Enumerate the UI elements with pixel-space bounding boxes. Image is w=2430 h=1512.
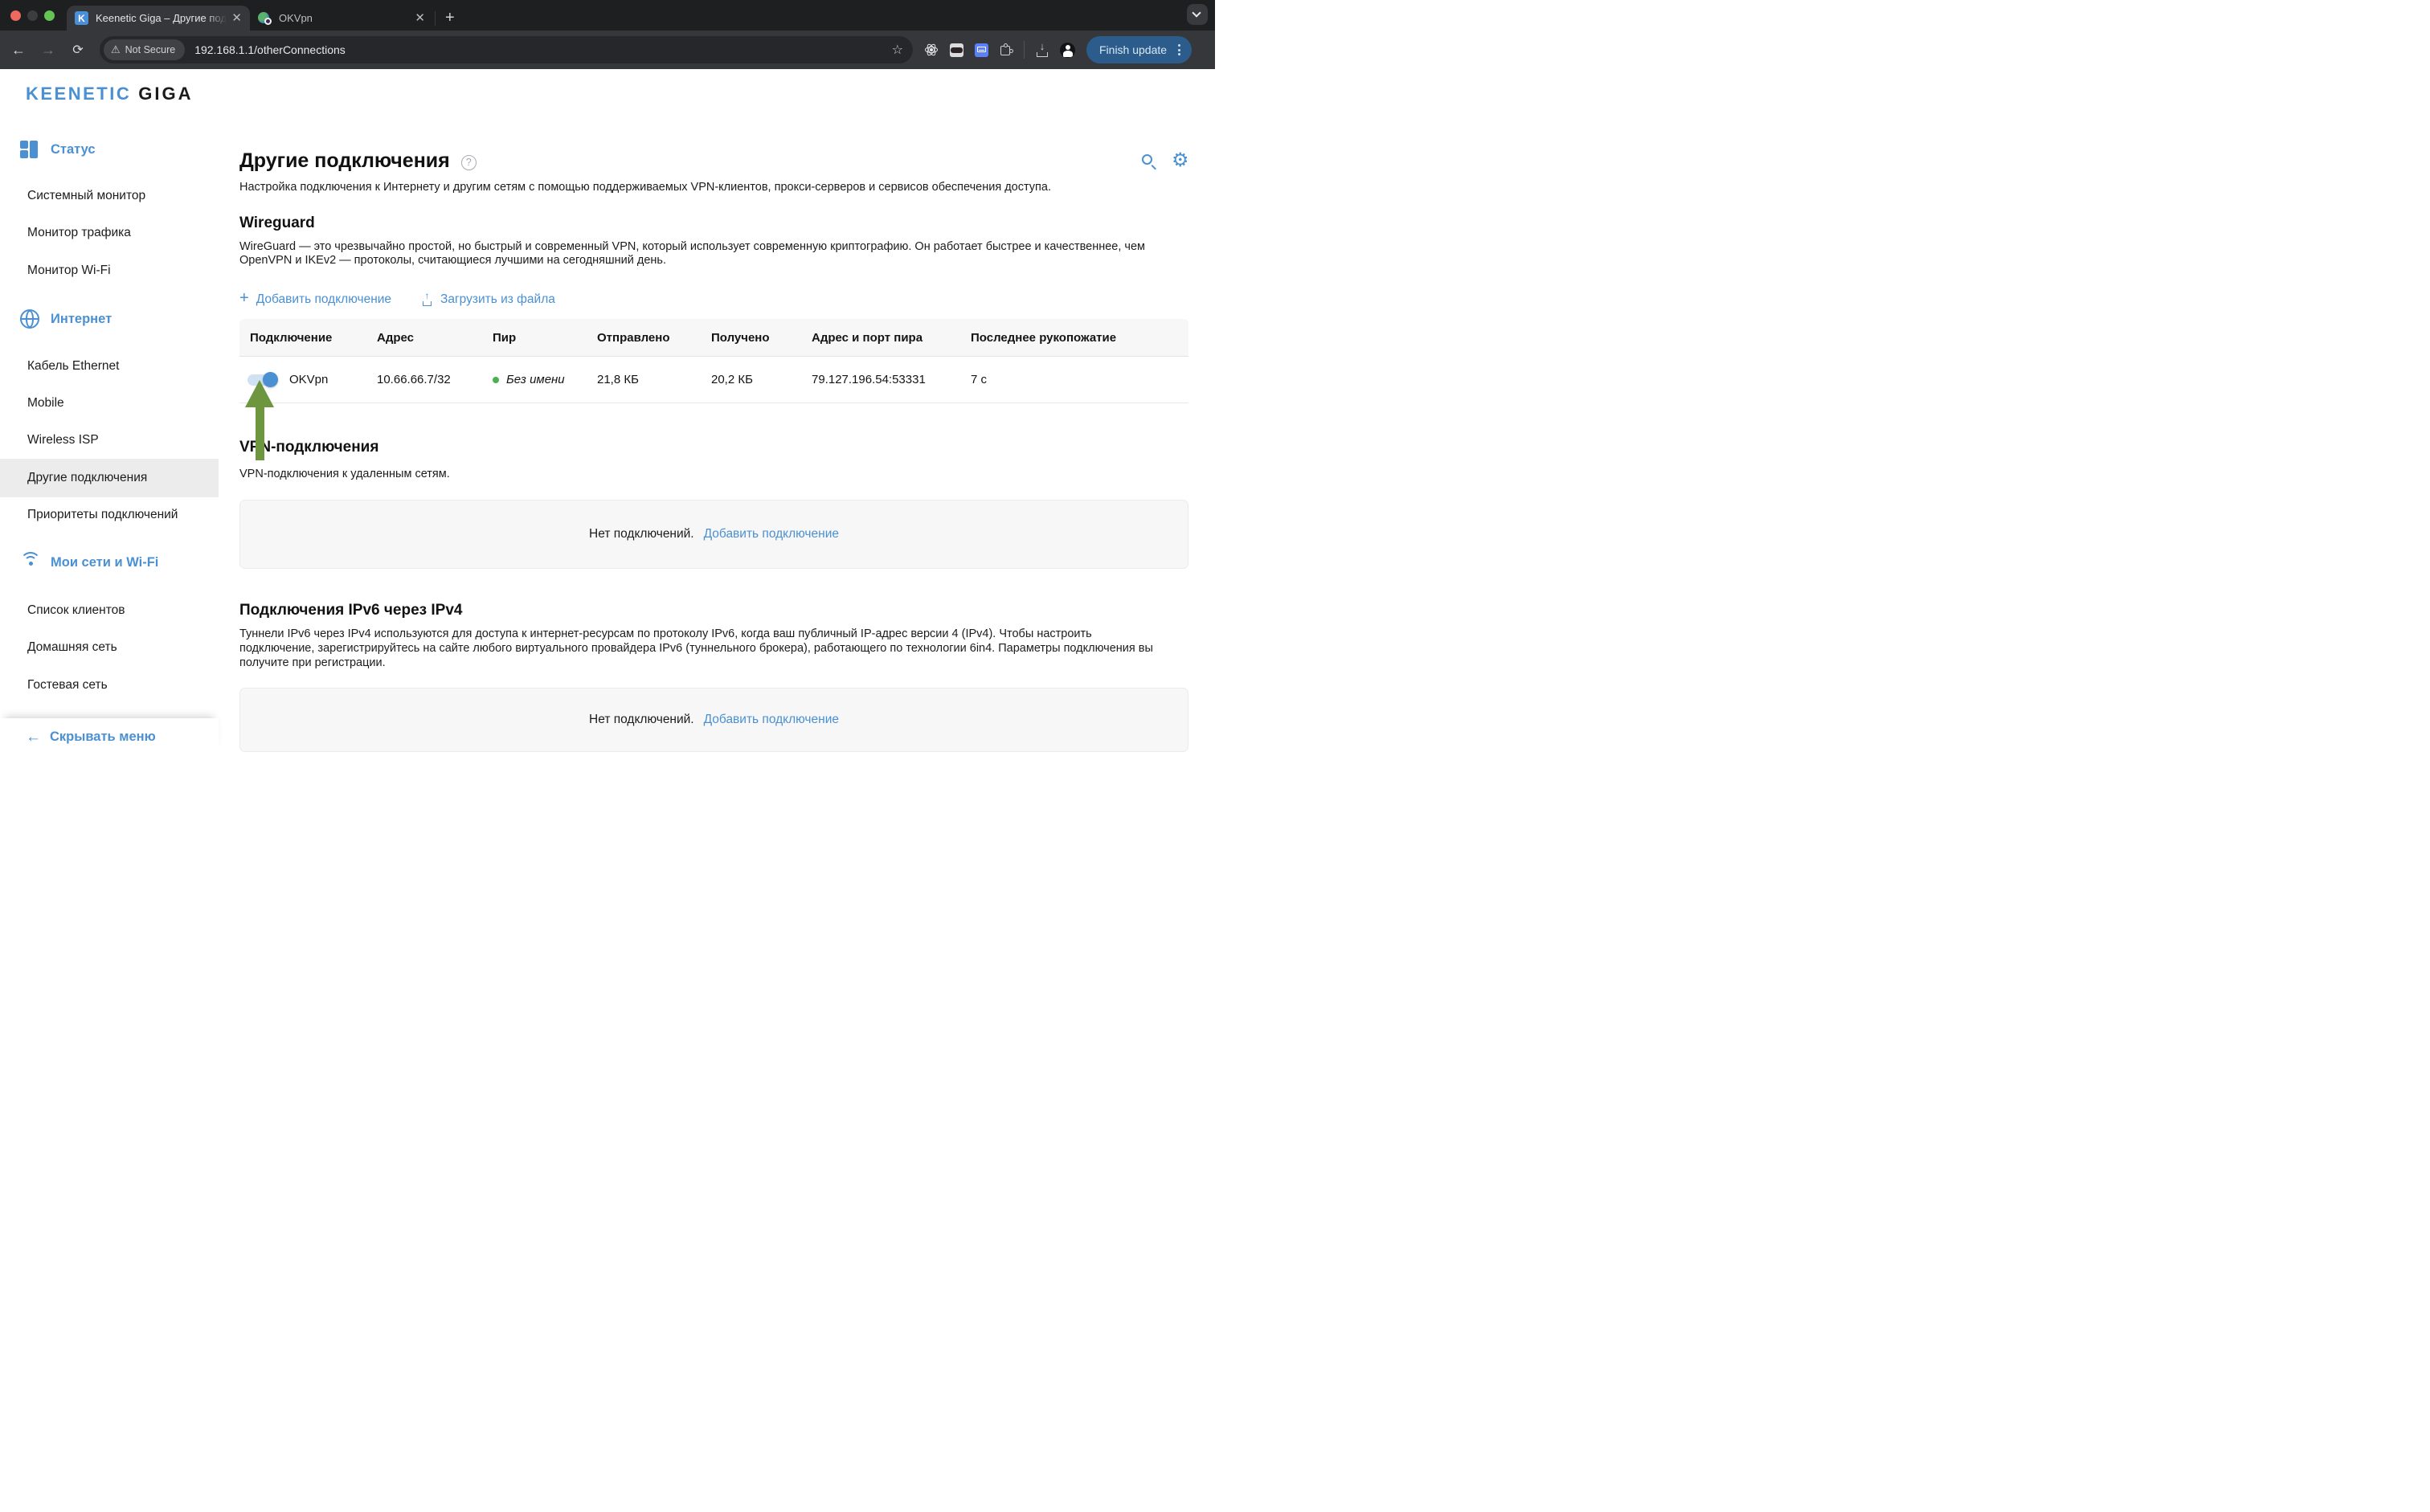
address-bar[interactable]: ⚠ Not Secure 192.168.1.1/otherConnection… — [100, 36, 913, 63]
section-label: Статус — [51, 142, 96, 157]
chevron-down-icon — [1192, 8, 1201, 17]
url-text[interactable]: 192.168.1.1/otherConnections — [194, 43, 891, 56]
security-chip-label: Not Secure — [125, 44, 176, 55]
sidebar-item-client-list[interactable]: Список клиентов — [0, 592, 219, 629]
tab-search-chevron-button[interactable] — [1187, 4, 1208, 25]
arrow-left-icon: ← — [26, 729, 41, 746]
close-tab-icon[interactable]: ✕ — [415, 12, 425, 24]
help-icon[interactable]: ? — [461, 155, 477, 170]
kebab-menu-icon[interactable] — [1175, 43, 1184, 57]
wireguard-table: Подключение Адрес Пир Отправлено Получен… — [239, 319, 1188, 404]
brand-secondary: GIGA — [138, 84, 193, 104]
back-button[interactable]: ← — [6, 42, 31, 59]
sidebar-section-my-networks[interactable]: Мои сети и Wi-Fi — [0, 544, 219, 581]
vpn-empty-state: Нет подключений. Добавить подключение — [239, 500, 1188, 569]
sidebar-item-mobile[interactable]: Mobile — [0, 385, 219, 422]
ipv6-add-connection-link[interactable]: Добавить подключение — [704, 713, 839, 727]
window-controls — [10, 10, 60, 21]
downloads-icon[interactable]: ↓ — [1035, 43, 1049, 57]
add-connection-link[interactable]: + Добавить подключение — [239, 291, 391, 308]
bookmark-star-icon[interactable]: ☆ — [892, 42, 903, 58]
section-label: Мои сети и Wi-Fi — [51, 555, 158, 570]
table-header: Подключение Адрес Пир Отправлено Получен… — [239, 319, 1188, 357]
wireguard-heading: Wireguard — [239, 215, 315, 232]
finish-update-button[interactable]: Finish update — [1086, 36, 1192, 63]
sidebar: Статус Системный монитор Монитор трафика… — [0, 117, 219, 756]
privacy-extension-icon[interactable] — [950, 43, 963, 57]
minimize-window-button[interactable] — [27, 10, 38, 21]
search-icon[interactable] — [1142, 154, 1158, 170]
last-handshake: 7 с — [971, 373, 1188, 386]
toolbar-divider — [1024, 41, 1025, 59]
gear-icon[interactable]: ⚙ — [1172, 149, 1189, 172]
wireguard-description: WireGuard — это чрезвычайно простой, но … — [239, 240, 1188, 268]
sidebar-item-system-monitor[interactable]: Системный монитор — [0, 178, 219, 215]
sidebar-item-traffic-monitor[interactable]: Монитор трафика — [0, 215, 219, 251]
section-label: Интернет — [51, 312, 112, 327]
sent-value: 21,8 КБ — [597, 373, 711, 386]
sidebar-item-wifi-monitor[interactable]: Монитор Wi-Fi — [0, 252, 219, 289]
empty-text: Нет подключений. — [589, 527, 694, 541]
vpn-add-connection-link[interactable]: Добавить подключение — [704, 527, 839, 541]
maximize-window-button[interactable] — [44, 10, 55, 21]
tab-keenetic[interactable]: K Keenetic Giga – Другие подкл ✕ — [67, 6, 250, 31]
tab-okvpn[interactable]: OKVpn ✕ — [250, 6, 433, 31]
sidebar-item-connection-priorities[interactable]: Приоритеты подключений — [0, 497, 219, 533]
connection-name[interactable]: OKVpn — [289, 373, 328, 386]
hide-menu-button[interactable]: ← Скрывать меню — [0, 718, 219, 756]
browser-toolbar: ← → ⟳ ⚠ Not Secure 192.168.1.1/otherConn… — [0, 31, 1215, 69]
extensions-row — [924, 43, 1012, 57]
plus-icon: + — [239, 289, 249, 308]
page-title: Другие подключения — [239, 149, 450, 173]
peer-name: Без имени — [506, 373, 565, 386]
reload-button[interactable]: ⟳ — [66, 42, 90, 58]
okvpn-favicon — [258, 11, 272, 25]
ipv6-heading: Подключения IPv6 через IPv4 — [239, 602, 462, 619]
globe-icon — [20, 309, 39, 329]
tab-separator — [435, 11, 436, 26]
sidebar-item-other-connections[interactable]: Другие подключения — [0, 459, 219, 497]
keenetic-logo: KEENETIC GIGA — [26, 84, 193, 104]
sidebar-item-guest-network[interactable]: Гостевая сеть — [0, 667, 219, 704]
sidebar-item-ethernet[interactable]: Кабель Ethernet — [0, 348, 219, 385]
upload-icon: ↑ — [421, 293, 433, 306]
router-admin-page: KEENETIC GIGA ⚙ Статус Системный монитор … — [0, 69, 1215, 756]
empty-text: Нет подключений. — [589, 713, 694, 727]
close-tab-icon[interactable]: ✕ — [231, 12, 242, 24]
profile-avatar[interactable] — [1060, 43, 1075, 58]
received-value: 20,2 КБ — [711, 373, 812, 386]
extensions-puzzle-icon[interactable] — [1000, 43, 1012, 56]
peer-status-icon — [493, 377, 499, 383]
ipv6-description: Туннели IPv6 через IPv4 используются для… — [239, 627, 1168, 670]
wifi-icon — [20, 550, 39, 570]
sidebar-section-status[interactable]: Статус — [0, 131, 219, 168]
sidebar-item-home-network[interactable]: Домашняя сеть — [0, 629, 219, 666]
connection-address: 10.66.66.7/32 — [377, 373, 493, 386]
security-chip[interactable]: ⚠ Not Secure — [104, 39, 185, 60]
peer-endpoint: 79.127.196.54:53331 — [812, 373, 971, 386]
react-devtools-icon[interactable] — [924, 43, 939, 57]
keenetic-favicon: K — [75, 11, 88, 25]
tab-title: Keenetic Giga – Другие подкл — [96, 12, 227, 24]
close-window-button[interactable] — [10, 10, 21, 21]
table-row: OKVpn 10.66.66.7/32 Без имени 21,8 КБ 20… — [239, 357, 1188, 403]
vpn-description: VPN-подключения к удаленным сетям. — [239, 468, 450, 480]
browser-tab-strip: K Keenetic Giga – Другие подкл ✕ OKVpn ✕… — [0, 0, 1215, 31]
keyboard-extension-icon[interactable] — [975, 43, 988, 57]
app-header: KEENETIC GIGA — [0, 69, 1215, 117]
brand-primary: KEENETIC — [26, 84, 131, 104]
page-subtitle: Настройка подключения к Интернету и друг… — [239, 181, 1156, 194]
sidebar-section-internet[interactable]: Интернет — [0, 300, 219, 337]
tab-title: OKVpn — [279, 12, 410, 24]
hide-menu-label: Скрывать меню — [50, 729, 156, 745]
new-tab-button[interactable]: + — [445, 9, 455, 27]
load-from-file-link[interactable]: ↑ Загрузить из файла — [421, 292, 555, 307]
ipv6-empty-state: Нет подключений. Добавить подключение — [239, 688, 1188, 752]
warning-icon: ⚠ — [111, 43, 121, 56]
dashboard-icon — [20, 140, 39, 159]
annotation-arrow-up — [245, 380, 274, 460]
sidebar-item-wireless-isp[interactable]: Wireless ISP — [0, 422, 219, 459]
finish-update-label: Finish update — [1099, 43, 1167, 56]
forward-button[interactable]: → — [36, 42, 60, 59]
